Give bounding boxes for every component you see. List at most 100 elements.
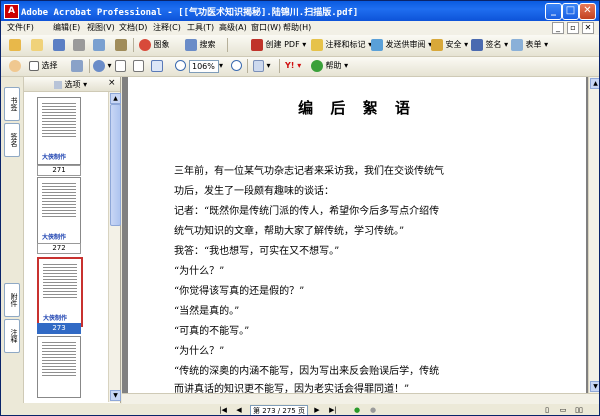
hand-tool-button[interactable] (9, 59, 21, 73)
menu-advanced[interactable]: 高级(A) (219, 22, 247, 33)
scroll-up-icon[interactable]: ▲ (110, 93, 121, 104)
page-thumbnail[interactable]: 大侠制作 (37, 177, 81, 245)
create-button[interactable] (31, 38, 43, 52)
form-button[interactable]: 表单 ▾ (511, 38, 548, 52)
doc-minimize-button[interactable]: _ (552, 22, 564, 34)
create-pdf-label: 创建 PDF (265, 40, 300, 49)
last-page-button[interactable]: ▶| (328, 406, 338, 415)
close-button[interactable]: ✕ (579, 3, 596, 20)
scroll-down-icon[interactable]: ▼ (590, 381, 599, 392)
camera-icon (71, 59, 83, 72)
close-pane-icon[interactable]: × (108, 78, 116, 88)
next-page-icon: ▶ (314, 406, 320, 414)
form-label: 表单 (525, 40, 542, 49)
security-button[interactable]: 安全 ▾ (431, 38, 468, 52)
comment-markup-label: 注释和标记 (325, 40, 366, 49)
scroll-up-icon[interactable]: ▲ (590, 78, 599, 89)
thumbnail-brand: 大侠制作 (43, 315, 68, 322)
search-icon (185, 38, 197, 51)
menu-view[interactable]: 视图(V) (87, 22, 115, 33)
create-icon (31, 38, 43, 51)
menu-help[interactable]: 帮助(H) (283, 22, 311, 33)
thumbnails-scrollbar[interactable]: ▲ ▼ (108, 92, 121, 402)
menu-tools[interactable]: 工具(T) (187, 22, 214, 33)
page-number-field[interactable]: 第 273 / 275 页 (250, 405, 308, 415)
next-view-button[interactable]: ● (368, 406, 378, 415)
tab-attachments[interactable]: 附件 (4, 283, 20, 317)
document-scrollbar[interactable]: ▲ ▼ (588, 77, 599, 393)
help-button[interactable]: 帮助 ▾ (311, 59, 348, 73)
save-button[interactable] (53, 38, 65, 52)
page-layout-button[interactable]: ▾ (253, 59, 271, 73)
menu-comments[interactable]: 注释(C) (153, 22, 181, 33)
first-page-button[interactable]: |◀ (218, 406, 228, 415)
text-line: “可真的不能写。” (174, 326, 250, 337)
lock-icon (431, 38, 443, 51)
menu-edit[interactable]: 编辑(E) (53, 22, 80, 33)
select-label: 选择 (41, 61, 58, 70)
page-thumbnail[interactable]: 大侠制作 (37, 97, 81, 165)
thumbnail-page-number: 271 (37, 165, 81, 176)
horizontal-scrollbar[interactable] (122, 394, 599, 404)
previous-page-button[interactable]: ◀ (234, 406, 244, 415)
text-line: “当然是真的。” (174, 306, 240, 317)
maximize-button[interactable]: □ (562, 3, 579, 20)
zoom-dropdown[interactable]: ▾ (219, 59, 223, 73)
thumbnail-text-lines (42, 103, 76, 137)
save-icon (53, 38, 65, 51)
email-button[interactable] (93, 38, 105, 52)
page-thumbnail[interactable] (37, 336, 81, 398)
zoom-level-field[interactable]: 106% (189, 60, 219, 73)
tab-comments[interactable]: 注释 (4, 319, 20, 353)
zoom-tool-button[interactable]: ▾ (93, 59, 112, 73)
menu-window[interactable]: 窗口(W) (251, 22, 281, 33)
comment-markup-icon (311, 38, 323, 51)
send-review-label: 发送供审阅 (385, 40, 426, 49)
snapshot-button[interactable] (71, 59, 83, 73)
scroll-down-icon[interactable]: ▼ (110, 390, 121, 401)
fit-width-button[interactable] (151, 59, 163, 73)
tab-bookmarks[interactable]: 书签 (4, 87, 20, 121)
page-thumbnail-selected[interactable]: 大侠制作 (37, 257, 83, 327)
actual-size-button[interactable] (115, 59, 126, 73)
menu-document[interactable]: 文档(D) (119, 22, 147, 33)
select-tool-button[interactable]: 选择 (29, 59, 58, 73)
single-page-view-button[interactable]: ▯ (542, 406, 552, 415)
toolbar-separator (247, 59, 248, 73)
zoom-out-icon (175, 60, 186, 71)
comment-markup-button[interactable]: 注释和标记 ▾ (311, 38, 372, 52)
picture-label: 图象 (153, 40, 170, 49)
search-button[interactable]: 搜索 (185, 38, 216, 52)
send-review-icon (371, 38, 383, 51)
open-button[interactable] (9, 38, 21, 52)
fit-page-button[interactable] (133, 59, 144, 73)
zoom-in-button[interactable] (231, 59, 242, 73)
print-button[interactable] (73, 38, 85, 52)
scrollbar-thumb[interactable] (110, 104, 121, 226)
next-page-button[interactable]: ▶ (312, 406, 322, 415)
text-line: “传统的深奥的内涵不能写，因为写出来反会贻误后学，传统 (174, 366, 440, 377)
tab-signatures[interactable]: 签名 (4, 123, 20, 157)
minimize-button[interactable]: _ (545, 3, 562, 20)
continuous-view-button[interactable]: ▭ (558, 406, 568, 415)
create-pdf-button[interactable]: 创建 PDF ▾ (251, 38, 306, 52)
text-line: 功后，发生了一段颇有趣味的谈话： (174, 186, 334, 197)
sign-button[interactable]: 签名 ▾ (471, 38, 508, 52)
picture-button[interactable]: 图象 (139, 38, 170, 52)
hand-icon (9, 59, 21, 72)
navigation-toolbar: 选择 ▾ 106% ▾ ▾ Y! ▾ 帮助 ▾ (1, 57, 599, 77)
menu-file[interactable]: 文件(F) (7, 22, 34, 33)
previous-view-button[interactable]: ● (352, 406, 362, 415)
options-button[interactable]: 选项 ▾ (54, 79, 87, 90)
doc-close-button[interactable]: ✕ (582, 22, 594, 34)
facing-view-button[interactable]: ▯▯ (574, 406, 584, 415)
zoom-out-button[interactable] (175, 59, 186, 73)
attach-button[interactable] (115, 38, 127, 52)
text-line: “为什么？” (174, 266, 225, 277)
send-review-button[interactable]: 发送供审阅 ▾ (371, 38, 432, 52)
yahoo-button[interactable]: Y! ▾ (285, 59, 301, 73)
file-toolbar: 图象 搜索 创建 PDF ▾ 注释和标记 ▾ 发送供审阅 ▾ 安全 ▾ 签名 ▾… (1, 35, 599, 57)
doc-restore-button[interactable]: ▫ (567, 22, 579, 34)
first-page-icon: |◀ (219, 406, 227, 414)
next-view-icon: ● (369, 406, 377, 414)
